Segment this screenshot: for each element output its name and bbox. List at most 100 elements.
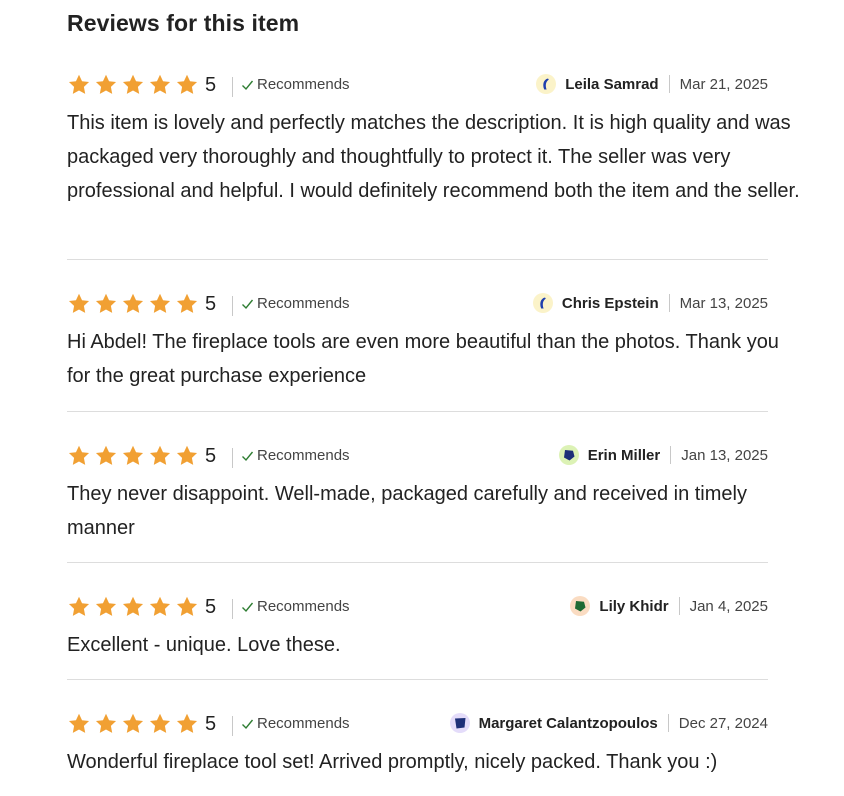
review-header: 5 Recommends Erin Miller Jan 13, 2025	[67, 441, 768, 471]
review-item: 5 Recommends Erin Miller Jan 13, 2025 They n…	[67, 441, 768, 545]
reviewer-name-link[interactable]: Erin Miller	[588, 447, 661, 464]
avatar[interactable]	[449, 713, 470, 733]
crescent-avatar-icon	[539, 77, 553, 91]
meta-divider	[678, 597, 680, 615]
star-rating	[67, 592, 202, 622]
checkmark-icon	[241, 450, 254, 462]
pentagon-avatar-icon	[573, 599, 587, 613]
rating-divider	[232, 448, 233, 468]
rating-value: 5	[205, 596, 217, 618]
avatar[interactable]	[532, 293, 553, 313]
reviewer-name-link[interactable]: Chris Epstein	[562, 295, 659, 312]
reviewer-name-link[interactable]: Lily Khidr	[599, 598, 668, 615]
section-title: Reviews for this item	[67, 10, 300, 36]
review-header: 5 Recommends Chris Epstein Mar 13, 2025	[67, 289, 768, 319]
star-icon	[175, 444, 199, 468]
star-icon	[94, 444, 118, 468]
rating-divider	[232, 716, 233, 736]
review-divider	[67, 679, 768, 680]
review-date: Dec 27, 2024	[678, 714, 768, 732]
review-header: 5 Recommends Leila Samrad Mar 21, 2025	[67, 70, 768, 100]
review-meta: Erin Miller Jan 13, 2025	[558, 441, 768, 469]
checkmark-icon	[241, 718, 254, 730]
star-rating	[67, 441, 202, 471]
star-icon	[94, 595, 118, 619]
star-icon	[148, 73, 172, 97]
recommends-badge: Recommends	[241, 294, 350, 314]
review-meta: Chris Epstein Mar 13, 2025	[532, 289, 768, 317]
avatar[interactable]	[570, 596, 591, 616]
star-icon	[67, 444, 91, 468]
review-text: Hi Abdel! The fireplace tools are even m…	[67, 331, 779, 387]
star-icon	[175, 292, 199, 316]
review-divider	[67, 411, 768, 412]
star-icon	[67, 292, 91, 316]
rating-value: 5	[205, 293, 217, 315]
review-date: Jan 4, 2025	[689, 597, 768, 615]
review-date: Jan 13, 2025	[681, 446, 768, 464]
recommends-label: Recommends	[257, 295, 350, 312]
review-date: Mar 13, 2025	[679, 294, 768, 312]
review-meta: Leila Samrad Mar 21, 2025	[536, 70, 768, 98]
review-divider	[67, 259, 768, 260]
rating-divider	[232, 77, 233, 97]
recommends-label: Recommends	[257, 76, 350, 93]
review-header: 5 Recommends Lily Khidr Jan 4, 2025	[67, 592, 768, 622]
rating-value: 5	[205, 74, 217, 96]
recommends-label: Recommends	[257, 715, 350, 732]
pentagon-avatar-icon	[562, 448, 576, 462]
star-rating	[67, 709, 202, 739]
star-icon	[121, 712, 145, 736]
star-icon	[94, 73, 118, 97]
star-icon	[67, 712, 91, 736]
avatar[interactable]	[558, 445, 579, 465]
crescent-avatar-icon	[536, 296, 550, 310]
star-icon	[94, 292, 118, 316]
recommends-label: Recommends	[257, 598, 350, 615]
review-text: Wonderful fireplace tool set! Arrived pr…	[67, 751, 718, 773]
recommends-badge: Recommends	[241, 597, 350, 617]
review-item: 5 Recommends Lily Khidr Jan 4, 2025 Excellen…	[67, 592, 768, 662]
star-icon	[121, 292, 145, 316]
star-icon	[121, 595, 145, 619]
review-meta: Lily Khidr Jan 4, 2025	[570, 592, 768, 620]
recommends-label: Recommends	[257, 447, 350, 464]
star-icon	[121, 73, 145, 97]
meta-divider	[668, 75, 670, 93]
review-item: 5 Recommends Leila Samrad Mar 21, 2025 This …	[67, 70, 800, 208]
reviewer-name-link[interactable]: Leila Samrad	[565, 76, 658, 93]
avatar[interactable]	[536, 74, 557, 94]
checkmark-icon	[241, 601, 254, 613]
star-icon	[94, 712, 118, 736]
recommends-badge: Recommends	[241, 446, 350, 466]
star-icon	[67, 73, 91, 97]
recommends-badge: Recommends	[241, 75, 350, 95]
review-item: 5 Recommends Chris Epstein Mar 13, 2025 Hi A…	[67, 289, 779, 393]
star-icon	[148, 712, 172, 736]
star-icon	[148, 595, 172, 619]
review-text: This item is lovely and perfectly matche…	[67, 112, 800, 202]
review-date: Mar 21, 2025	[679, 75, 768, 93]
rating-divider	[232, 296, 233, 316]
recommends-badge: Recommends	[241, 714, 350, 734]
review-text: They never disappoint. Well-made, packag…	[67, 483, 747, 539]
reviewer-name-link[interactable]: Margaret Calantzopoulos	[479, 715, 658, 732]
checkmark-icon	[241, 298, 254, 310]
review-meta: Margaret Calantzopoulos Dec 27, 2024	[449, 709, 768, 737]
star-rating	[67, 70, 202, 100]
star-icon	[175, 712, 199, 736]
star-icon	[175, 73, 199, 97]
star-icon	[175, 595, 199, 619]
meta-divider	[668, 294, 670, 312]
star-rating	[67, 289, 202, 319]
star-icon	[148, 444, 172, 468]
star-icon	[67, 595, 91, 619]
review-item: 5 Recommends Margaret Calantzopoulos Dec 27…	[67, 709, 768, 779]
checkmark-icon	[241, 79, 254, 91]
rating-divider	[232, 599, 233, 619]
star-icon	[121, 444, 145, 468]
rating-value: 5	[205, 445, 217, 467]
meta-divider	[667, 714, 669, 732]
review-header: 5 Recommends Margaret Calantzopoulos Dec 27…	[67, 709, 768, 739]
review-text: Excellent - unique. Love these.	[67, 634, 341, 656]
